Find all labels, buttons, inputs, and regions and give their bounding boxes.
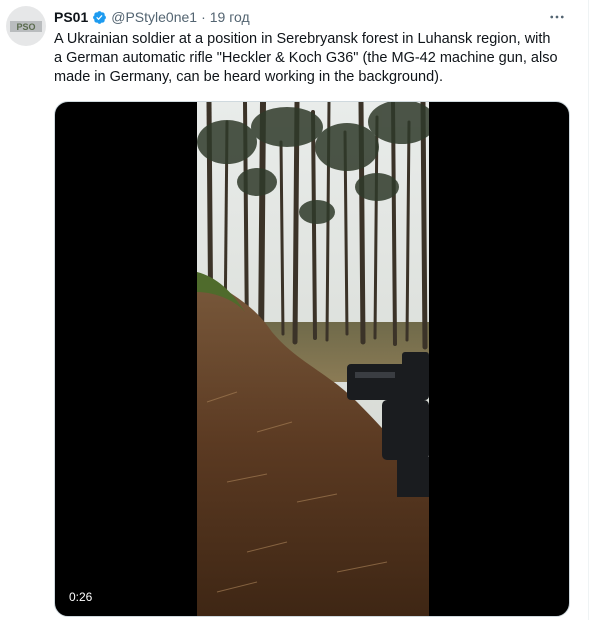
- svg-text:PSO: PSO: [16, 22, 35, 32]
- author-name[interactable]: PS01: [54, 8, 88, 26]
- pso-logo-icon: PSO: [10, 21, 42, 32]
- video-frame: [197, 102, 429, 616]
- author-avatar[interactable]: PSO: [6, 6, 46, 46]
- verified-badge-icon: [93, 10, 107, 24]
- separator-dot: ·: [201, 9, 206, 25]
- video-player[interactable]: 0:26: [54, 101, 570, 617]
- author-handle[interactable]: @PStyle0ne1: [111, 8, 197, 26]
- tweet-card[interactable]: PSO PS01 @PStyle0ne1 · 19 год A Ukrainia…: [0, 0, 589, 620]
- more-horizontal-icon: [550, 15, 564, 19]
- tweet-text: A Ukrainian soldier at a position in Ser…: [54, 31, 558, 85]
- video-duration-label: 0:26: [69, 590, 93, 604]
- more-options-button[interactable]: [546, 6, 568, 28]
- tweet-timestamp[interactable]: 19 год: [210, 8, 250, 26]
- tweet-header: PS01 @PStyle0ne1 · 19 год: [54, 8, 250, 26]
